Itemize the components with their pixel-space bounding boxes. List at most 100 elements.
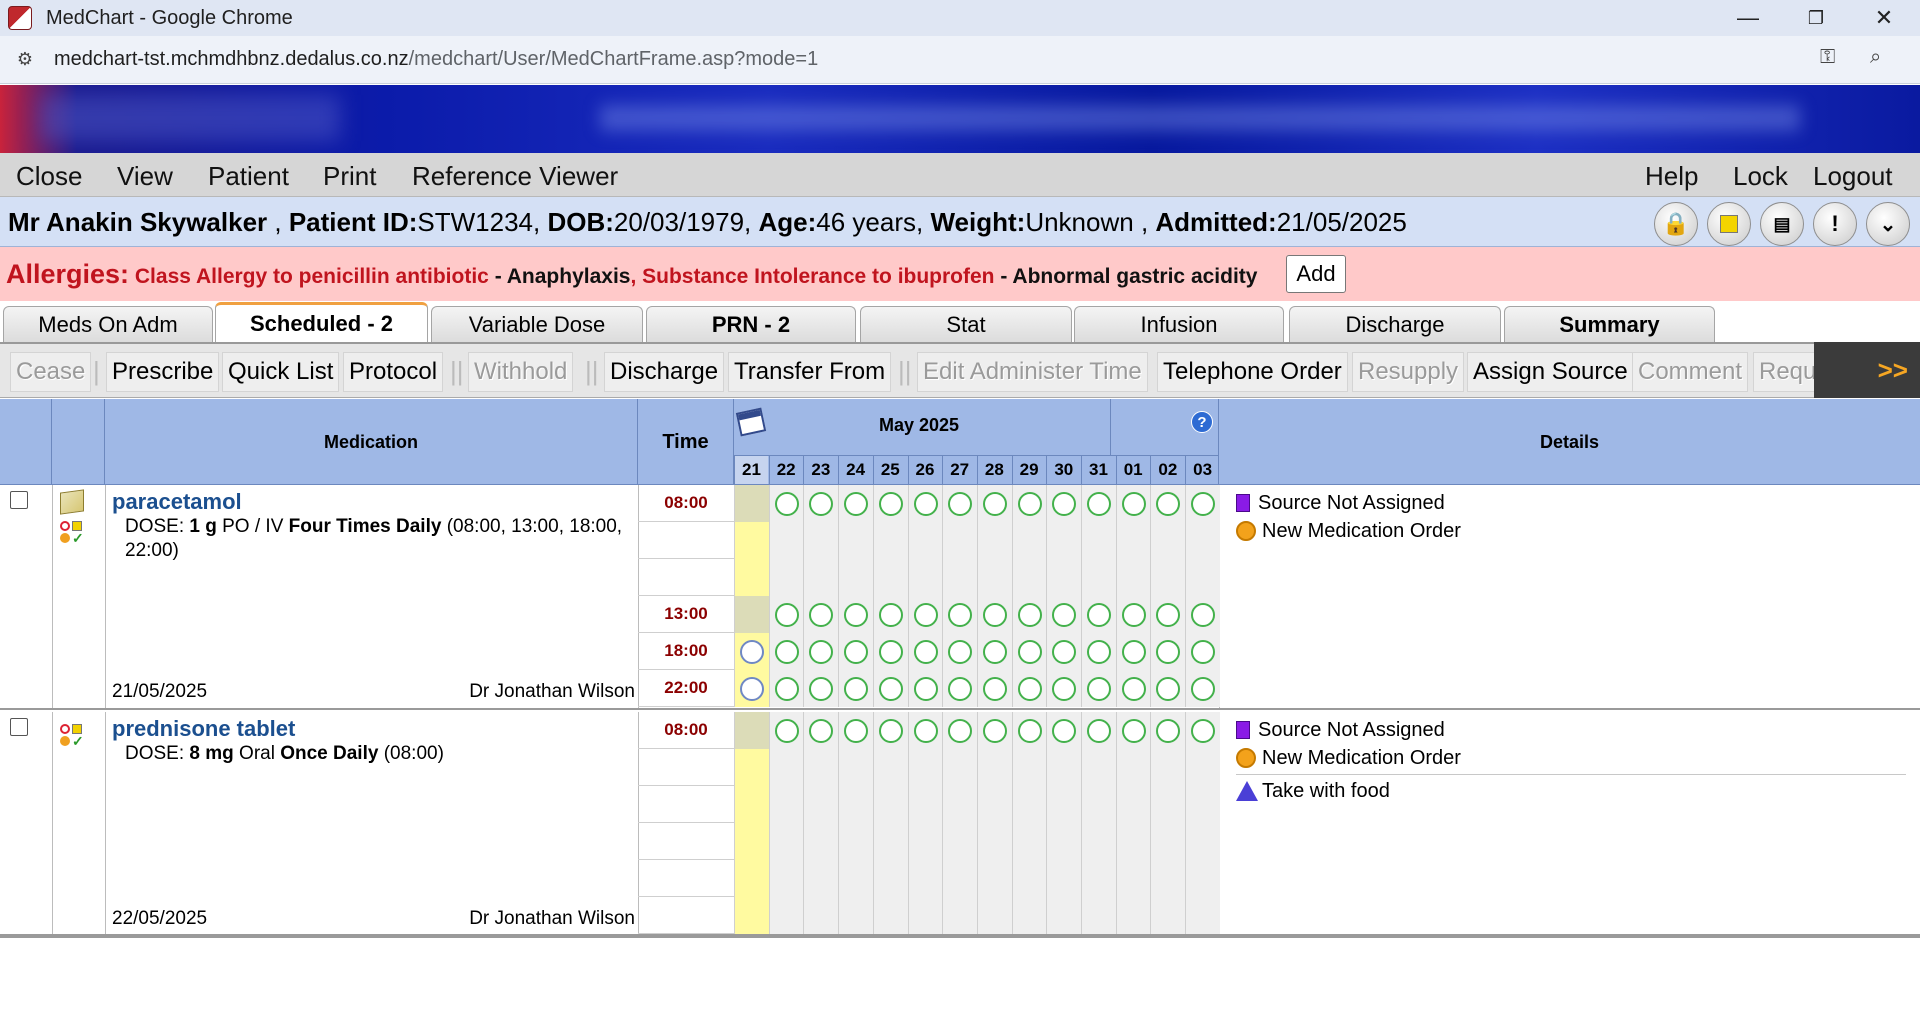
administration-slot[interactable] xyxy=(942,596,978,633)
administration-slot[interactable] xyxy=(768,596,804,633)
medication-row-paracetamol[interactable]: ✓ paracetamol DOSE: 1 g PO / IV Four Tim… xyxy=(0,485,1920,710)
restore-button[interactable]: ❐ xyxy=(1782,0,1850,36)
administration-slot[interactable] xyxy=(1011,712,1047,749)
zoom-icon[interactable]: ⌕ xyxy=(1870,46,1881,69)
administration-slot[interactable] xyxy=(768,712,804,749)
alert-icon[interactable]: ! xyxy=(1813,202,1857,246)
administration-slot[interactable] xyxy=(1081,596,1116,633)
scheduled-dose-circle[interactable] xyxy=(1121,719,1146,743)
administration-slot[interactable] xyxy=(976,633,1012,670)
cease-button[interactable]: Cease xyxy=(10,352,92,392)
scheduled-dose-circle[interactable] xyxy=(1191,640,1216,664)
administration-slot[interactable] xyxy=(803,596,839,633)
administration-slot[interactable] xyxy=(803,485,839,522)
protocol-button[interactable]: Protocol xyxy=(343,352,444,392)
address-bar[interactable]: ⚙ medchart-tst.mchmdhbnz.dedalus.co.nz/m… xyxy=(0,36,1920,84)
scheduled-dose-circle[interactable] xyxy=(1017,492,1042,516)
scheduled-dose-circle[interactable] xyxy=(878,677,903,701)
scheduled-dose-circle[interactable] xyxy=(878,492,903,516)
scheduled-dose-circle[interactable] xyxy=(844,603,869,627)
administration-slot[interactable] xyxy=(803,712,839,749)
administration-slot[interactable] xyxy=(1115,633,1151,670)
administration-slot[interactable] xyxy=(1081,712,1116,749)
scheduled-dose-circle[interactable] xyxy=(913,640,938,664)
url-text[interactable]: medchart-tst.mchmdhbnz.dedalus.co.nz/med… xyxy=(54,48,818,71)
scheduled-dose-circle[interactable] xyxy=(1156,640,1181,664)
lock-icon[interactable]: 🔒 xyxy=(1654,202,1698,246)
scheduled-dose-circle[interactable] xyxy=(1191,677,1216,701)
scheduled-dose-circle[interactable] xyxy=(1052,677,1077,701)
administration-slot[interactable] xyxy=(1046,596,1082,633)
scheduled-dose-circle[interactable] xyxy=(1121,603,1146,627)
expand-down-icon[interactable]: ⌄ xyxy=(1866,202,1910,246)
close-window-button[interactable]: ✕ xyxy=(1850,0,1918,36)
administration-slot[interactable] xyxy=(1150,485,1186,522)
note-icon[interactable] xyxy=(60,489,84,515)
administration-slot[interactable] xyxy=(1185,633,1221,670)
scheduled-dose-circle[interactable] xyxy=(1191,603,1216,627)
withhold-button[interactable]: Withhold xyxy=(468,352,574,392)
administration-slot[interactable] xyxy=(1185,596,1221,633)
administration-slot[interactable] xyxy=(1185,485,1221,522)
administration-slot[interactable] xyxy=(872,633,908,670)
administration-slot[interactable] xyxy=(1011,485,1047,522)
site-settings-icon[interactable]: ⚙ xyxy=(12,47,38,73)
administration-slot[interactable] xyxy=(734,596,769,633)
tab-infusion[interactable]: Infusion xyxy=(1074,306,1284,342)
administration-slot[interactable] xyxy=(1046,670,1082,707)
administration-slot[interactable] xyxy=(734,633,769,670)
administration-slot[interactable] xyxy=(872,712,908,749)
menu-print[interactable]: Print xyxy=(323,161,376,192)
administration-slot[interactable] xyxy=(1185,670,1221,707)
scheduled-dose-circle[interactable] xyxy=(1087,492,1111,516)
administration-slot[interactable] xyxy=(1011,633,1047,670)
scheduled-dose-circle[interactable] xyxy=(774,640,799,664)
administration-slot[interactable] xyxy=(1115,596,1151,633)
scheduled-dose-circle[interactable] xyxy=(1156,603,1181,627)
scheduled-dose-circle[interactable] xyxy=(948,603,973,627)
administration-slot[interactable] xyxy=(838,596,874,633)
telephone-order-button[interactable]: Telephone Order xyxy=(1157,352,1348,392)
scheduled-dose-circle[interactable] xyxy=(809,719,834,743)
administration-slot[interactable] xyxy=(1150,712,1186,749)
scheduled-dose-circle[interactable] xyxy=(1017,677,1042,701)
help-icon[interactable]: ? xyxy=(1191,411,1213,433)
tab-prn[interactable]: PRN - 2 xyxy=(646,306,856,342)
scheduled-dose-circle[interactable] xyxy=(1121,640,1146,664)
scheduled-dose-circle[interactable] xyxy=(1121,677,1146,701)
request-resupply-button[interactable]: Request Resup xyxy=(1753,352,1823,392)
administration-slot[interactable] xyxy=(803,670,839,707)
administration-slot[interactable] xyxy=(1046,633,1082,670)
administration-slot[interactable] xyxy=(1011,670,1047,707)
scheduled-dose-circle[interactable] xyxy=(1017,640,1042,664)
scheduled-dose-circle[interactable] xyxy=(844,677,869,701)
scheduled-dose-circle[interactable] xyxy=(1052,492,1077,516)
administration-slot[interactable] xyxy=(1081,670,1116,707)
scheduled-dose-circle[interactable] xyxy=(1052,640,1077,664)
scheduled-dose-circle[interactable] xyxy=(982,492,1007,516)
medication-name[interactable]: paracetamol xyxy=(112,489,242,515)
menu-logout[interactable]: Logout xyxy=(1813,161,1893,192)
administration-slot[interactable] xyxy=(907,485,943,522)
administration-slot[interactable] xyxy=(1185,712,1221,749)
assign-source-button[interactable]: Assign Source xyxy=(1467,352,1634,392)
scheduled-dose-circle[interactable] xyxy=(774,492,799,516)
scheduled-dose-circle[interactable] xyxy=(1156,492,1181,516)
scheduled-dose-circle[interactable] xyxy=(982,640,1007,664)
scheduled-dose-circle[interactable] xyxy=(844,719,869,743)
scheduled-dose-circle[interactable] xyxy=(878,640,903,664)
menu-help[interactable]: Help xyxy=(1645,161,1698,192)
medication-row-prednisone[interactable]: ✓ prednisone tablet DOSE: 8 mg Oral Once… xyxy=(0,712,1920,936)
tab-stat[interactable]: Stat xyxy=(860,306,1072,342)
administration-slot[interactable] xyxy=(838,633,874,670)
scheduled-dose-circle[interactable] xyxy=(913,719,938,743)
prescribe-button[interactable]: Prescribe xyxy=(106,352,220,392)
scheduled-dose-circle[interactable] xyxy=(948,492,973,516)
scheduled-dose-circle[interactable] xyxy=(1017,603,1042,627)
scheduled-dose-circle[interactable] xyxy=(1121,492,1146,516)
tab-summary[interactable]: Summary xyxy=(1504,306,1715,342)
scheduled-dose-circle[interactable] xyxy=(1191,492,1216,516)
scheduled-dose-circle[interactable] xyxy=(740,677,764,701)
administration-slot[interactable] xyxy=(1150,596,1186,633)
scheduled-dose-circle[interactable] xyxy=(878,603,903,627)
